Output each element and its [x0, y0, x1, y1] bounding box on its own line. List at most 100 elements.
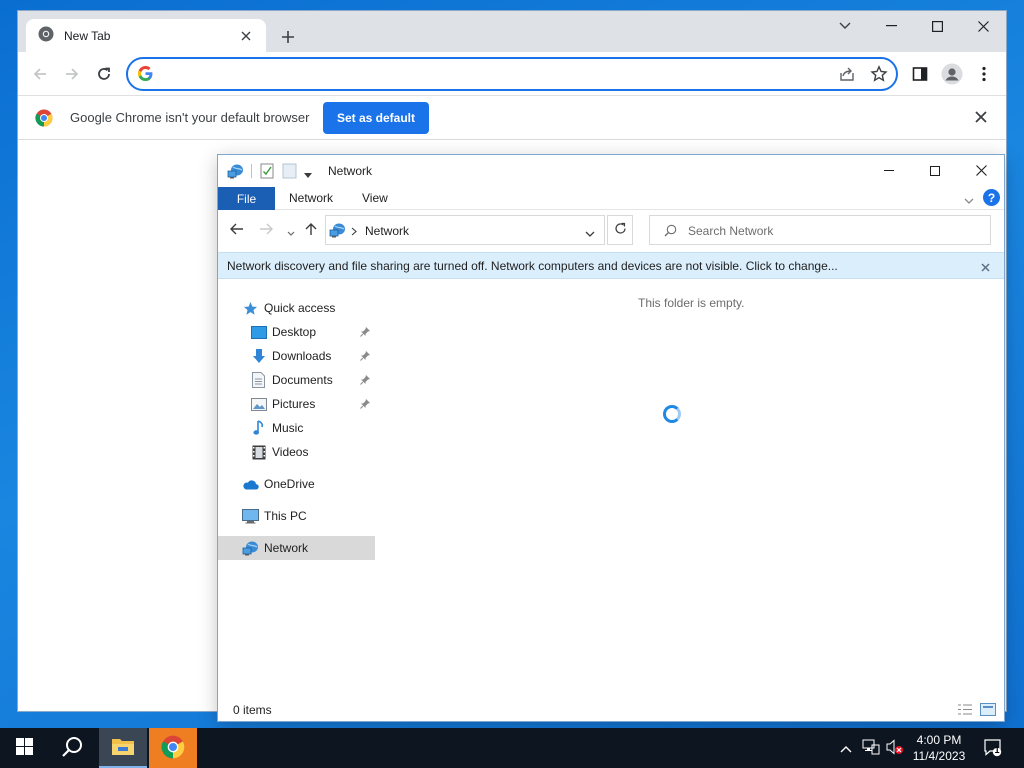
explorer-forward-icon[interactable]: [259, 223, 273, 238]
nav-pictures[interactable]: Pictures: [250, 392, 378, 416]
nav-music-label: Music: [272, 421, 304, 435]
google-g-icon: [137, 65, 153, 84]
pin-icon: [360, 326, 370, 340]
explorer-minimize-button[interactable]: [866, 155, 912, 186]
taskbar: 4:00 PM 11/4/2023 1: [0, 728, 1024, 768]
new-tab-button[interactable]: [274, 23, 302, 51]
side-panel-icon[interactable]: [906, 60, 934, 88]
ribbon-tab-file[interactable]: File: [218, 187, 275, 210]
nav-this-pc[interactable]: This PC: [242, 504, 378, 528]
nav-documents[interactable]: Documents: [250, 368, 378, 392]
address-bar[interactable]: Network: [325, 215, 605, 245]
chrome-toolbar: [18, 52, 1006, 96]
nav-desktop[interactable]: Desktop: [250, 320, 378, 344]
start-button[interactable]: [0, 728, 48, 768]
explorer-maximize-button[interactable]: [912, 155, 958, 186]
nav-downloads[interactable]: Downloads: [250, 344, 378, 368]
folder-icon: [111, 736, 135, 759]
nav-quick-access-label: Quick access: [264, 301, 336, 315]
nav-quick-access[interactable]: Quick access: [242, 296, 378, 320]
explorer-refresh-button[interactable]: [607, 215, 633, 245]
infobar-dismiss-icon[interactable]: [981, 261, 990, 275]
set-as-default-button[interactable]: Set as default: [323, 102, 429, 134]
nav-onedrive-label: OneDrive: [264, 477, 315, 491]
bookmark-star-icon[interactable]: [870, 65, 888, 86]
ribbon-tab-view[interactable]: View: [362, 191, 388, 205]
taskbar-file-explorer[interactable]: [99, 728, 147, 768]
taskbar-chrome[interactable]: [149, 728, 197, 768]
expand-ribbon-icon[interactable]: [964, 194, 974, 208]
new-folder-icon[interactable]: [282, 163, 298, 179]
recent-locations-icon[interactable]: [287, 226, 295, 240]
tab-title: New Tab: [64, 28, 111, 43]
default-browser-infobar: Google Chrome isn't your default browser…: [18, 96, 1006, 140]
network-icon: [227, 163, 243, 179]
desktop-icon: [250, 324, 267, 341]
ribbon-tab-network[interactable]: Network: [289, 191, 333, 205]
reload-button[interactable]: [90, 60, 118, 88]
infobar-message: Google Chrome isn't your default browser: [70, 110, 310, 125]
computer-icon: [242, 508, 259, 525]
pin-icon: [360, 374, 370, 388]
taskbar-search-icon: [61, 736, 83, 761]
explorer-back-icon[interactable]: [230, 223, 244, 238]
profile-avatar-icon[interactable]: [938, 60, 966, 88]
omnibox[interactable]: [126, 57, 898, 91]
address-dropdown-icon[interactable]: [585, 227, 595, 241]
properties-icon[interactable]: [260, 163, 276, 179]
minimize-button[interactable]: [868, 11, 914, 41]
explorer-search-box[interactable]: [649, 215, 991, 245]
chrome-menu-icon[interactable]: [970, 60, 998, 88]
details-view-icon[interactable]: [957, 703, 973, 719]
explorer-window-title: Network: [328, 164, 373, 178]
chrome-favicon-icon: [38, 26, 54, 45]
breadcrumb-network[interactable]: Network: [365, 224, 409, 238]
close-button[interactable]: [960, 11, 1006, 41]
chrome-tab-new-tab[interactable]: New Tab: [26, 19, 266, 52]
network-discovery-infobar[interactable]: Network discovery and file sharing are t…: [218, 252, 1004, 279]
omnibox-input[interactable]: [162, 65, 812, 83]
network-status-icon[interactable]: [862, 739, 880, 758]
nav-network-label: Network: [264, 541, 309, 555]
large-icons-view-icon[interactable]: [980, 703, 996, 719]
taskbar-chrome-icon: [161, 735, 185, 762]
address-network-icon: [329, 222, 346, 241]
loading-spinner-icon: [663, 405, 681, 423]
item-count: 0 items: [233, 703, 272, 717]
maximize-button[interactable]: [914, 11, 960, 41]
infobar-close-icon[interactable]: [975, 111, 987, 126]
customize-toolbar-icon[interactable]: [304, 168, 312, 182]
help-icon[interactable]: ?: [983, 189, 1000, 206]
explorer-status-bar: 0 items: [218, 699, 1004, 721]
empty-folder-message: This folder is empty.: [638, 296, 745, 310]
up-one-level-icon[interactable]: [305, 222, 317, 239]
tab-close-icon[interactable]: [236, 26, 256, 46]
breadcrumb-chevron-icon[interactable]: [351, 225, 357, 239]
search-input[interactable]: [688, 223, 978, 239]
refresh-icon: [614, 222, 627, 238]
explorer-close-button[interactable]: [958, 155, 1004, 186]
nav-videos[interactable]: Videos: [250, 440, 378, 464]
nav-onedrive[interactable]: OneDrive: [242, 472, 378, 496]
nav-network-icon: [242, 540, 259, 557]
explorer-titlebar: Network: [218, 155, 1004, 186]
show-hidden-icons-icon[interactable]: [840, 742, 852, 756]
file-explorer-window: Network File Network View ? Network Sear…: [218, 155, 1004, 721]
taskbar-search-button[interactable]: [48, 728, 96, 768]
nav-desktop-label: Desktop: [272, 325, 317, 339]
back-button[interactable]: [26, 60, 54, 88]
network-discovery-message[interactable]: Network discovery and file sharing are t…: [227, 259, 838, 273]
tab-search-icon[interactable]: [822, 11, 868, 41]
film-icon: [250, 444, 267, 461]
nav-pictures-label: Pictures: [272, 397, 316, 411]
cloud-icon: [242, 476, 259, 493]
share-icon[interactable]: [838, 65, 856, 86]
system-clock[interactable]: 4:00 PM 11/4/2023: [900, 732, 978, 764]
pictures-icon: [250, 396, 267, 413]
forward-button[interactable]: [58, 60, 86, 88]
titlebar-divider: [251, 164, 252, 178]
chrome-logo-icon: [35, 109, 53, 130]
pin-icon: [360, 350, 370, 364]
nav-music[interactable]: Music: [250, 416, 378, 440]
nav-network[interactable]: Network: [218, 536, 375, 560]
